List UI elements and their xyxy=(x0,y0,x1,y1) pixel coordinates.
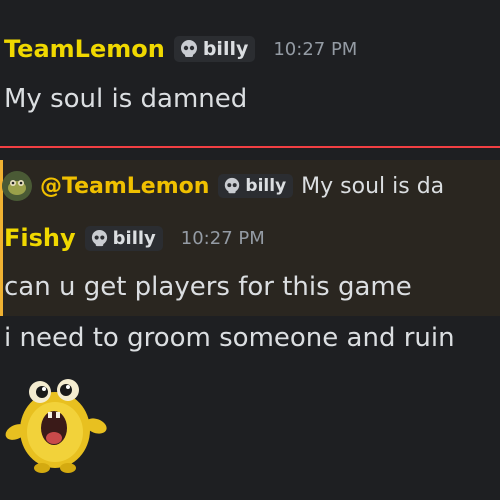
role-tag[interactable]: billy xyxy=(173,36,256,62)
skull-icon xyxy=(180,40,197,57)
yellow-creature-sticker[interactable] xyxy=(0,370,115,480)
reply-avatar[interactable] xyxy=(2,171,32,201)
message-text: My soul is damned xyxy=(4,84,248,114)
skull-icon xyxy=(225,177,240,194)
reply-preview[interactable]: @TeamLemon billy My soul is da xyxy=(2,171,444,201)
tag-label: billy xyxy=(112,227,156,249)
timestamp: 10:27 PM xyxy=(273,38,358,60)
message-teamlemon: TeamLemon billy 10:27 PM My soul is damn… xyxy=(0,0,500,140)
timestamp: 10:27 PM xyxy=(180,227,265,249)
author-name[interactable]: TeamLemon xyxy=(4,35,165,63)
message-text: i need to groom someone and ruin xyxy=(4,323,455,353)
tag-label: billy xyxy=(245,176,287,196)
reply-role-tag[interactable]: billy xyxy=(218,174,294,198)
reply-snippet[interactable]: My soul is da xyxy=(301,174,444,199)
message-header: TeamLemon billy 10:27 PM xyxy=(4,35,357,63)
skull-icon xyxy=(91,229,107,246)
reply-mention[interactable]: @TeamLemon xyxy=(40,174,209,199)
tag-label: billy xyxy=(202,38,249,60)
author-name[interactable]: Fishy xyxy=(4,224,76,252)
role-tag[interactable]: billy xyxy=(84,225,163,251)
message-text: can u get players for this game xyxy=(4,272,412,302)
message-header: Fishy billy 10:27 PM xyxy=(4,224,265,252)
new-messages-divider xyxy=(0,146,500,148)
